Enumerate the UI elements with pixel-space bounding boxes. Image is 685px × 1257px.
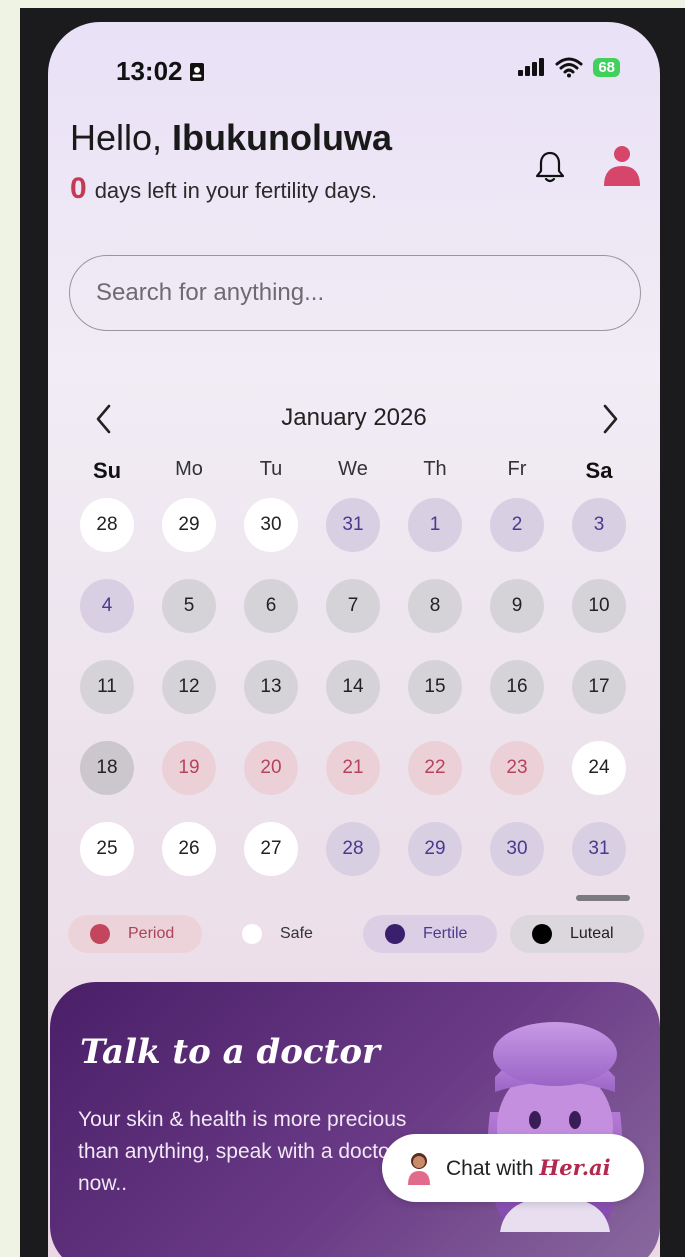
calendar-day[interactable]: 12 xyxy=(162,660,216,714)
calendar-day[interactable]: 21 xyxy=(326,741,380,795)
calendar-day[interactable]: 8 xyxy=(408,579,462,633)
next-month-button[interactable] xyxy=(600,402,620,444)
weekday-label: Mo xyxy=(175,458,203,480)
legend-dot xyxy=(90,924,110,944)
fertility-countdown: 0 days left in your fertility days. xyxy=(70,172,377,206)
weekday-label: We xyxy=(338,458,368,480)
notification-button[interactable] xyxy=(535,150,565,189)
calendar-day[interactable]: 9 xyxy=(490,579,544,633)
calendar-day[interactable]: 13 xyxy=(244,660,298,714)
calendar-day[interactable]: 2 xyxy=(490,498,544,552)
legend-label: Safe xyxy=(280,925,313,942)
calendar-day[interactable]: 22 xyxy=(408,741,462,795)
calendar-day[interactable]: 30 xyxy=(490,822,544,876)
greeting: Hello, Ibukunoluwa xyxy=(70,117,392,159)
legend-label: Period xyxy=(128,925,175,942)
calendar-day[interactable]: 15 xyxy=(408,660,462,714)
calendar-day[interactable]: 6 xyxy=(244,579,298,633)
calendar-day[interactable]: 25 xyxy=(80,822,134,876)
calendar-day[interactable]: 18 xyxy=(80,741,134,795)
weekday-label: Th xyxy=(423,458,447,480)
calendar-day[interactable]: 4 xyxy=(80,579,134,633)
calendar-day[interactable]: 24 xyxy=(572,741,626,795)
calendar-day[interactable]: 10 xyxy=(572,579,626,633)
profile-icon xyxy=(604,146,640,186)
legend-fertile: Fertile xyxy=(363,915,497,953)
calendar-day[interactable]: 5 xyxy=(162,579,216,633)
calendar-day[interactable]: 31 xyxy=(326,498,380,552)
weekday-label: Su xyxy=(92,458,122,483)
status-time: 13:02 xyxy=(116,56,205,87)
legend-dot xyxy=(242,924,262,944)
herai-brand: Her.ai xyxy=(539,1155,611,1180)
legend-label: Fertile xyxy=(423,925,468,942)
calendar-day[interactable]: 23 xyxy=(490,741,544,795)
contact-card-icon xyxy=(189,62,204,81)
device-frame: 13:02 68 Hello, Ibukunoluwa 0 days left … xyxy=(20,8,685,1257)
chevron-right-icon xyxy=(603,404,618,434)
calendar-day[interactable]: 14 xyxy=(326,660,380,714)
calendar-day[interactable]: 1 xyxy=(408,498,462,552)
user-name: Ibukunoluwa xyxy=(172,117,393,158)
calendar-day[interactable]: 29 xyxy=(162,498,216,552)
legend-period: Period xyxy=(68,915,202,953)
search-input[interactable]: Search for anything... xyxy=(69,255,641,331)
weekday-label: Sa xyxy=(585,458,613,483)
calendar-day[interactable]: 27 xyxy=(244,822,298,876)
scroll-indicator xyxy=(576,895,630,901)
weekday-label: Tu xyxy=(259,458,283,480)
month-label: January 2026 xyxy=(281,404,427,431)
bell-icon xyxy=(535,151,565,183)
calendar-day[interactable]: 20 xyxy=(244,741,298,795)
weekday-label: Fr xyxy=(507,458,527,480)
calendar-day[interactable]: 19 xyxy=(162,741,216,795)
profile-button[interactable] xyxy=(602,144,642,195)
status-indicators: 68 xyxy=(517,56,620,78)
month-navigation: January 2026 xyxy=(48,402,660,442)
legend-dot xyxy=(532,924,552,944)
legend-luteal: Luteal xyxy=(510,915,644,953)
legend-dot xyxy=(385,924,405,944)
chat-label: Chat with Her.ai xyxy=(446,1155,611,1180)
calendar-day[interactable]: 16 xyxy=(490,660,544,714)
assistant-avatar-icon xyxy=(408,1153,430,1185)
app-screen: 13:02 68 Hello, Ibukunoluwa 0 days left … xyxy=(48,22,660,1257)
calendar-day[interactable]: 17 xyxy=(572,660,626,714)
chat-with-herai-button[interactable]: Chat with Her.ai xyxy=(382,1134,644,1202)
card-body: Your skin & health is more precious than… xyxy=(78,1108,407,1195)
wifi-icon xyxy=(555,57,583,78)
days-left-text: days left in your fertility days. xyxy=(94,178,378,203)
calendar-day[interactable]: 29 xyxy=(408,822,462,876)
calendar-day[interactable]: 30 xyxy=(244,498,298,552)
calendar-day[interactable]: 26 xyxy=(162,822,216,876)
calendar-day[interactable]: 7 xyxy=(326,579,380,633)
calendar-day[interactable]: 31 xyxy=(572,822,626,876)
calendar-day[interactable]: 28 xyxy=(326,822,380,876)
calendar-day[interactable]: 28 xyxy=(80,498,134,552)
doctor-illustration xyxy=(487,1022,623,1232)
card-title: Talk to a doctor xyxy=(80,1032,380,1072)
legend-label: Luteal xyxy=(570,925,614,942)
legend-safe: Safe xyxy=(220,915,350,953)
days-left-number: 0 xyxy=(70,172,87,205)
talk-to-doctor-card[interactable]: Talk to a doctor Your skin & health is m… xyxy=(50,982,660,1257)
cellular-signal-icon xyxy=(518,58,545,76)
greeting-prefix: Hello, xyxy=(70,117,173,158)
battery-indicator: 68 xyxy=(593,57,620,77)
calendar-day[interactable]: 3 xyxy=(572,498,626,552)
calendar-day[interactable]: 11 xyxy=(80,660,134,714)
search-placeholder: Search for anything... xyxy=(96,279,325,306)
